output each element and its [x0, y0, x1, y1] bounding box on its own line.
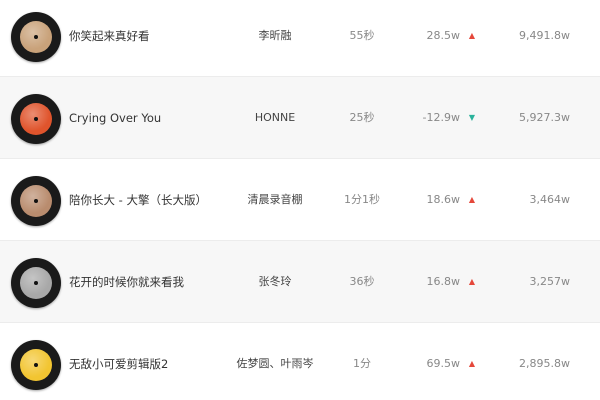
play-count-change: 28.5w: [426, 29, 461, 42]
trend-arrow-icon: ▲: [468, 31, 476, 40]
song-title[interactable]: 你笑起来真好看: [69, 0, 239, 77]
song-artist[interactable]: 清晨录音棚: [220, 159, 330, 241]
song-artist[interactable]: HONNE: [220, 77, 330, 159]
play-count-change: 69.5w: [426, 357, 461, 370]
song-row[interactable]: Crying Over You HONNE 25秒 -12.9w ▼ 5,927…: [0, 77, 600, 159]
album-cover[interactable]: [11, 176, 61, 226]
total-play-count: 2,895.8w: [519, 357, 570, 370]
song-row[interactable]: 陪你长大 - 大擎（长大版） 清晨录音棚 1分1秒 18.6w ▲ 3,464w: [0, 159, 600, 241]
song-duration: 36秒: [349, 275, 375, 288]
song-title[interactable]: 陪你长大 - 大擎（长大版）: [69, 159, 239, 241]
trend-arrow-icon: ▲: [468, 195, 476, 204]
song-duration: 55秒: [349, 29, 375, 42]
song-artist[interactable]: 佐梦圆、叶雨岑: [220, 323, 330, 400]
total-play-count: 9,491.8w: [519, 29, 570, 42]
album-cover[interactable]: [11, 12, 61, 62]
vinyl-center-icon: [34, 363, 38, 367]
song-title[interactable]: 花开的时候你就来看我: [69, 241, 239, 323]
song-ranking-list: 你笑起来真好看 李昕融 55秒 28.5w ▲ 9,491.8w Crying …: [0, 0, 600, 400]
song-title[interactable]: 无敌小可爱剪辑版2: [69, 323, 239, 400]
vinyl-center-icon: [34, 117, 38, 121]
vinyl-center-icon: [34, 281, 38, 285]
total-play-count: 3,464w: [529, 193, 571, 206]
album-cover[interactable]: [11, 340, 61, 390]
song-duration: 1分1秒: [344, 193, 380, 206]
vinyl-center-icon: [34, 199, 38, 203]
song-artist[interactable]: 李昕融: [220, 0, 330, 77]
trend-arrow-icon: ▼: [468, 113, 476, 122]
play-count-change: 18.6w: [426, 193, 461, 206]
song-row[interactable]: 花开的时候你就来看我 张冬玲 36秒 16.8w ▲ 3,257w: [0, 241, 600, 323]
song-artist[interactable]: 张冬玲: [220, 241, 330, 323]
total-play-count: 3,257w: [529, 275, 571, 288]
song-title[interactable]: Crying Over You: [69, 77, 239, 159]
total-play-count: 5,927.3w: [519, 111, 570, 124]
album-cover[interactable]: [11, 94, 61, 144]
song-duration: 1分: [353, 357, 371, 370]
trend-arrow-icon: ▲: [468, 359, 476, 368]
play-count-change: -12.9w: [422, 111, 460, 124]
vinyl-center-icon: [34, 35, 38, 39]
song-row[interactable]: 你笑起来真好看 李昕融 55秒 28.5w ▲ 9,491.8w: [0, 0, 600, 77]
trend-arrow-icon: ▲: [468, 277, 476, 286]
play-count-change: 16.8w: [426, 275, 461, 288]
song-row[interactable]: 无敌小可爱剪辑版2 佐梦圆、叶雨岑 1分 69.5w ▲ 2,895.8w: [0, 323, 600, 400]
album-cover[interactable]: [11, 258, 61, 308]
song-duration: 25秒: [349, 111, 375, 124]
